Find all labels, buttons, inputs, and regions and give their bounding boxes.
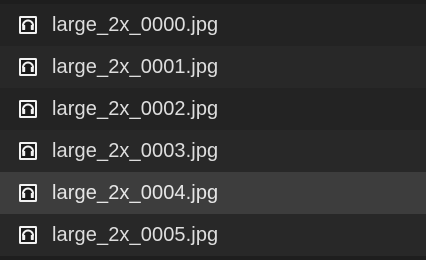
file-row-selected[interactable]: large_2x_0004.jpg: [0, 172, 426, 214]
file-name: large_2x_0000.jpg: [52, 14, 219, 36]
file-name: large_2x_0003.jpg: [52, 140, 219, 162]
file-name: large_2x_0004.jpg: [52, 182, 219, 204]
file-row[interactable]: large_2x_0003.jpg: [0, 130, 426, 172]
image-file-icon: [19, 16, 37, 34]
file-row[interactable]: large_2x_0000.jpg: [0, 4, 426, 46]
image-file-icon: [19, 184, 37, 202]
file-name: large_2x_0002.jpg: [52, 98, 219, 120]
image-file-icon: [19, 226, 37, 244]
image-file-icon: [19, 100, 37, 118]
file-list: large_2x_0000.jpg large_2x_0001.jpg larg: [0, 0, 426, 260]
image-file-icon: [19, 142, 37, 160]
file-row[interactable]: large_2x_0005.jpg: [0, 214, 426, 256]
file-row[interactable]: large_2x_0002.jpg: [0, 88, 426, 130]
image-file-icon: [19, 58, 37, 76]
file-row[interactable]: large_2x_0001.jpg: [0, 46, 426, 88]
file-name: large_2x_0005.jpg: [52, 224, 219, 246]
file-name: large_2x_0001.jpg: [52, 56, 219, 78]
